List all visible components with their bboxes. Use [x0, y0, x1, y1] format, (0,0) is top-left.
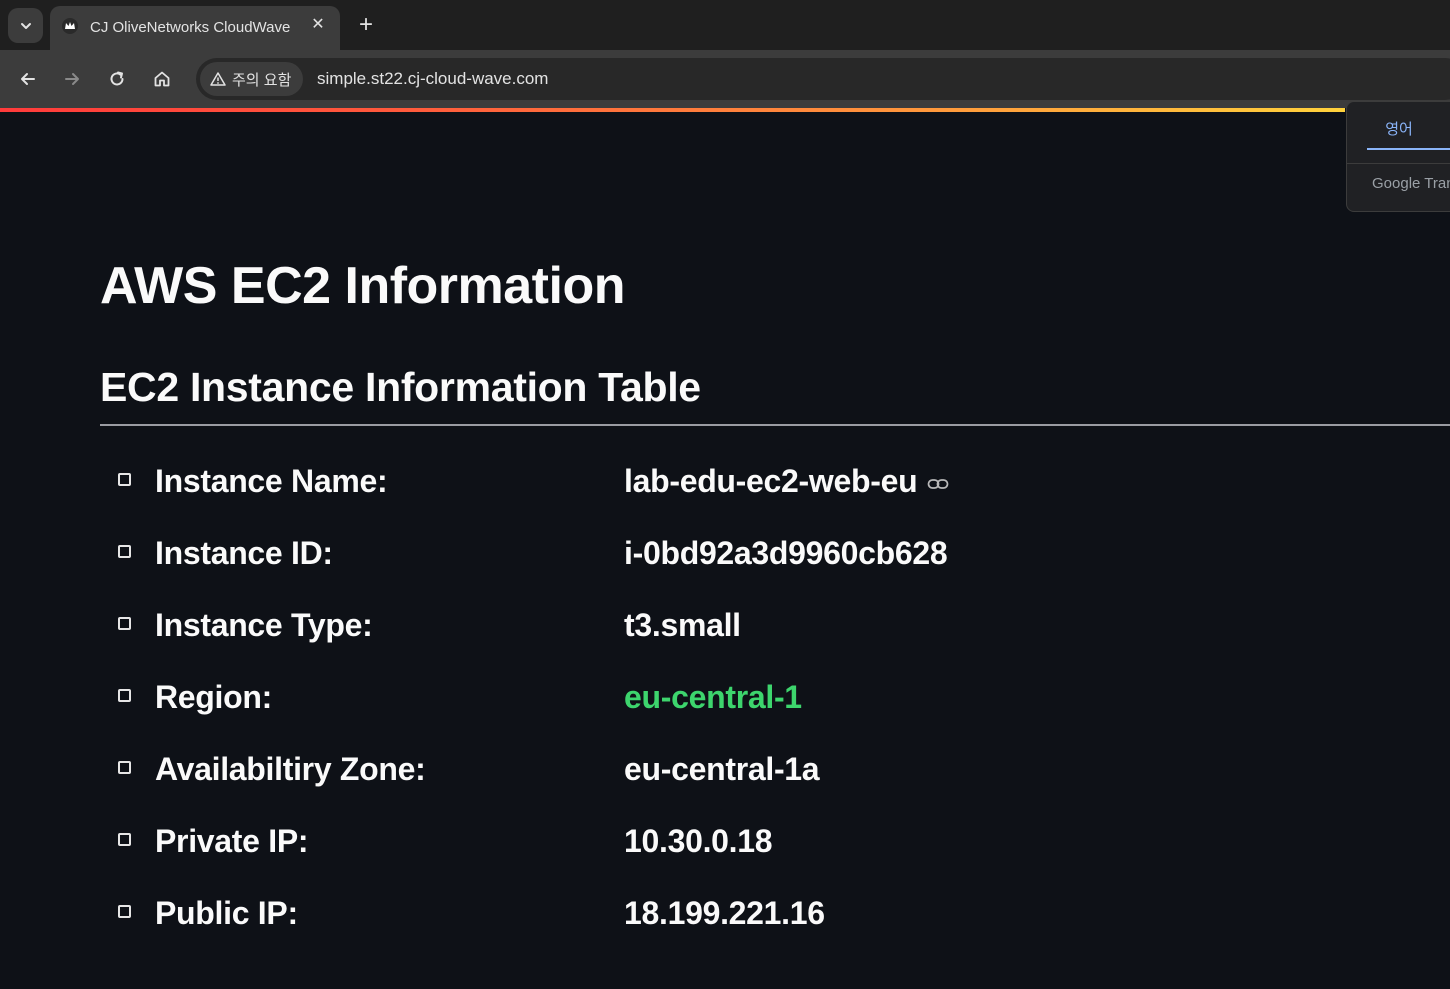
bullet-square-icon: [118, 833, 131, 846]
bullet-square-icon: [118, 905, 131, 918]
tab-title: CJ OliveNetworks CloudWave: [90, 19, 291, 36]
region-label: Region:: [155, 679, 272, 715]
home-button[interactable]: [149, 66, 175, 92]
page-title: AWS EC2 Information: [100, 257, 625, 315]
close-icon[interactable]: ✕: [308, 15, 328, 35]
list-item: Instance Type: t3.small: [0, 599, 1450, 649]
instance-type-label: Instance Type:: [155, 607, 373, 643]
public-ip-label: Public IP:: [155, 895, 298, 931]
chevron-down-icon: [20, 22, 31, 29]
instance-type-value: t3.small: [624, 607, 741, 643]
crown-favicon-icon: [62, 18, 78, 34]
google-translate-brand: Google Translate: [1372, 175, 1450, 192]
private-ip-label: Private IP:: [155, 823, 309, 859]
list-item: Public IP: 18.199.221.16: [0, 887, 1450, 937]
forward-button[interactable]: [59, 66, 85, 92]
url-text[interactable]: simple.st22.cj-cloud-wave.com: [317, 69, 548, 89]
reload-button[interactable]: [104, 66, 130, 92]
list-item: Availabiltiry Zone: eu-central-1a: [0, 743, 1450, 793]
tab-strip: CJ OliveNetworks CloudWave ✕ +: [0, 0, 1450, 50]
loading-progress-bar: [0, 108, 1345, 112]
browser-tab[interactable]: CJ OliveNetworks CloudWave ✕: [50, 6, 340, 50]
region-value: eu-central-1: [624, 679, 802, 715]
bullet-square-icon: [118, 761, 131, 774]
language-tab-indicator: [1367, 148, 1450, 150]
warning-icon: [210, 72, 226, 86]
list-item: Instance Name: lab-edu-ec2-web-eu: [0, 455, 1450, 505]
bullet-square-icon: [118, 473, 131, 486]
availability-zone-label: Availabiltiry Zone:: [155, 751, 426, 787]
list-item: Region: eu-central-1: [0, 671, 1450, 721]
browser-toolbar: 주의 요함 simple.st22.cj-cloud-wave.com: [0, 50, 1450, 108]
private-ip-value: 10.30.0.18: [624, 823, 773, 859]
availability-zone-value: eu-central-1a: [624, 751, 820, 787]
bullet-square-icon: [118, 617, 131, 630]
security-chip[interactable]: 주의 요함: [200, 62, 304, 96]
list-item: Instance ID: i-0bd92a3d9960cb628: [0, 527, 1450, 577]
address-bar[interactable]: 주의 요함 simple.st22.cj-cloud-wave.com: [196, 58, 1450, 100]
instance-id-value: i-0bd92a3d9960cb628: [624, 535, 948, 571]
list-item: Private IP: 10.30.0.18: [0, 815, 1450, 865]
arrow-left-icon: [21, 73, 35, 85]
section-divider: [100, 424, 1450, 426]
instance-name-value: lab-edu-ec2-web-eu: [624, 463, 949, 500]
home-icon: [154, 71, 170, 87]
bullet-square-icon: [118, 545, 131, 558]
section-title: EC2 Instance Information Table: [100, 364, 701, 410]
link-icon[interactable]: [927, 477, 949, 491]
reload-icon: [110, 71, 124, 86]
instance-name-label: Instance Name:: [155, 463, 388, 499]
tab-search-button[interactable]: [8, 8, 43, 43]
back-button[interactable]: [15, 66, 41, 92]
new-tab-button[interactable]: +: [354, 13, 378, 38]
bullet-square-icon: [118, 689, 131, 702]
translate-popup: 영어 Google Translate: [1346, 101, 1450, 212]
instance-id-label: Instance ID:: [155, 535, 333, 571]
public-ip-value: 18.199.221.16: [624, 895, 825, 931]
translate-language-tab[interactable]: 영어: [1347, 118, 1450, 139]
security-chip-label: 주의 요함: [232, 71, 292, 89]
arrow-right-icon: [65, 73, 79, 85]
divider: [1347, 163, 1450, 164]
